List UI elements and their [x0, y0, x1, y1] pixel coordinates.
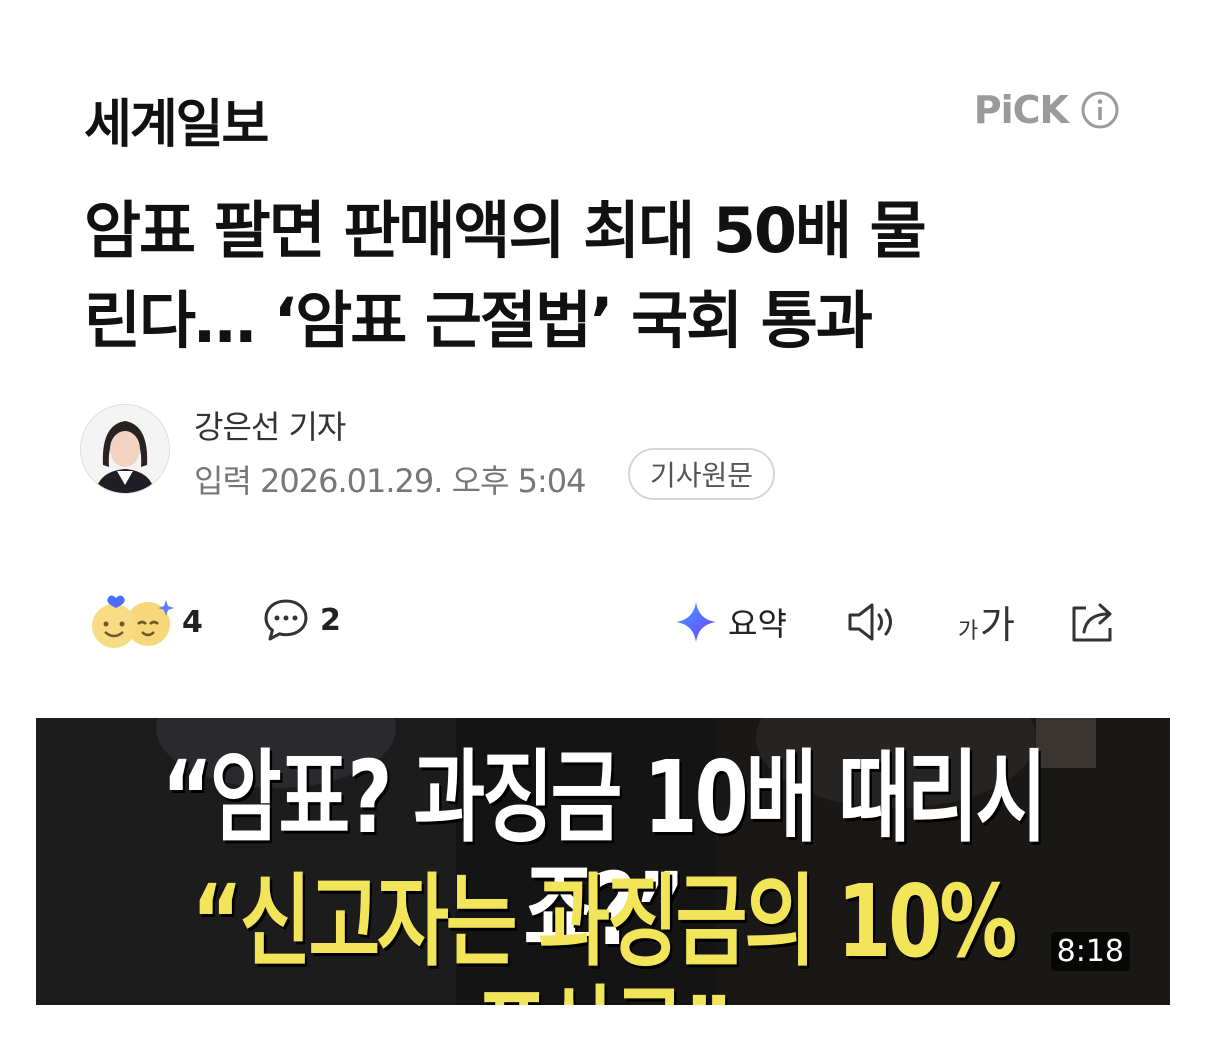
article-title-line2: 린다… ‘암표 근절법’ 국회 통과	[84, 284, 873, 357]
summary-label: 요약	[728, 605, 787, 643]
comment-button[interactable]: 2	[262, 596, 341, 644]
font-size-icon[interactable]: 가 가	[958, 598, 1024, 646]
summary-button[interactable]: 요약	[672, 598, 787, 646]
comment-count: 2	[320, 602, 341, 638]
info-icon[interactable]	[1080, 90, 1120, 130]
pick-label: PiCK	[973, 88, 1069, 132]
comment-icon	[264, 599, 308, 641]
original-article-button[interactable]: 기사원문	[628, 448, 776, 500]
article-title: 암표 팔면 판매액의 최대 50배 물 린다… ‘암표 근절법’ 국회 통과	[84, 186, 1124, 366]
reporter-photo	[81, 405, 169, 493]
reporter-name[interactable]: 강은선 기자	[194, 402, 346, 448]
share-icon[interactable]	[1066, 598, 1122, 646]
publish-date: 입력 2026.01.29. 오후 5:04	[194, 462, 587, 500]
video-caption-line2: “신고자는 과징금의 10% 포상금”	[191, 863, 1018, 1006]
svg-text:가: 가	[980, 603, 1015, 646]
ai-summary-icon	[676, 602, 716, 642]
publisher-logo[interactable]: 세계일보	[84, 82, 269, 157]
video-thumbnail[interactable]: “암표? 과징금 10배 때리시죠?” “신고자는 과징금의 10% 포상금” …	[36, 718, 1170, 1005]
article-toolbar: 4 2 요약 가 가	[0, 590, 1206, 654]
pick-badge[interactable]: PiCK	[974, 88, 1120, 132]
reaction-count: 4	[182, 604, 203, 640]
svg-text:가: 가	[958, 619, 978, 644]
reaction-button[interactable]: 4	[86, 594, 203, 650]
reporter-avatar[interactable]	[80, 404, 170, 494]
reaction-emoji-icon	[92, 595, 174, 648]
speaker-icon[interactable]	[846, 598, 902, 646]
video-duration: 8:18	[1050, 932, 1130, 971]
article-title-line1: 암표 팔면 판매액의 최대 50배 물	[84, 194, 927, 267]
